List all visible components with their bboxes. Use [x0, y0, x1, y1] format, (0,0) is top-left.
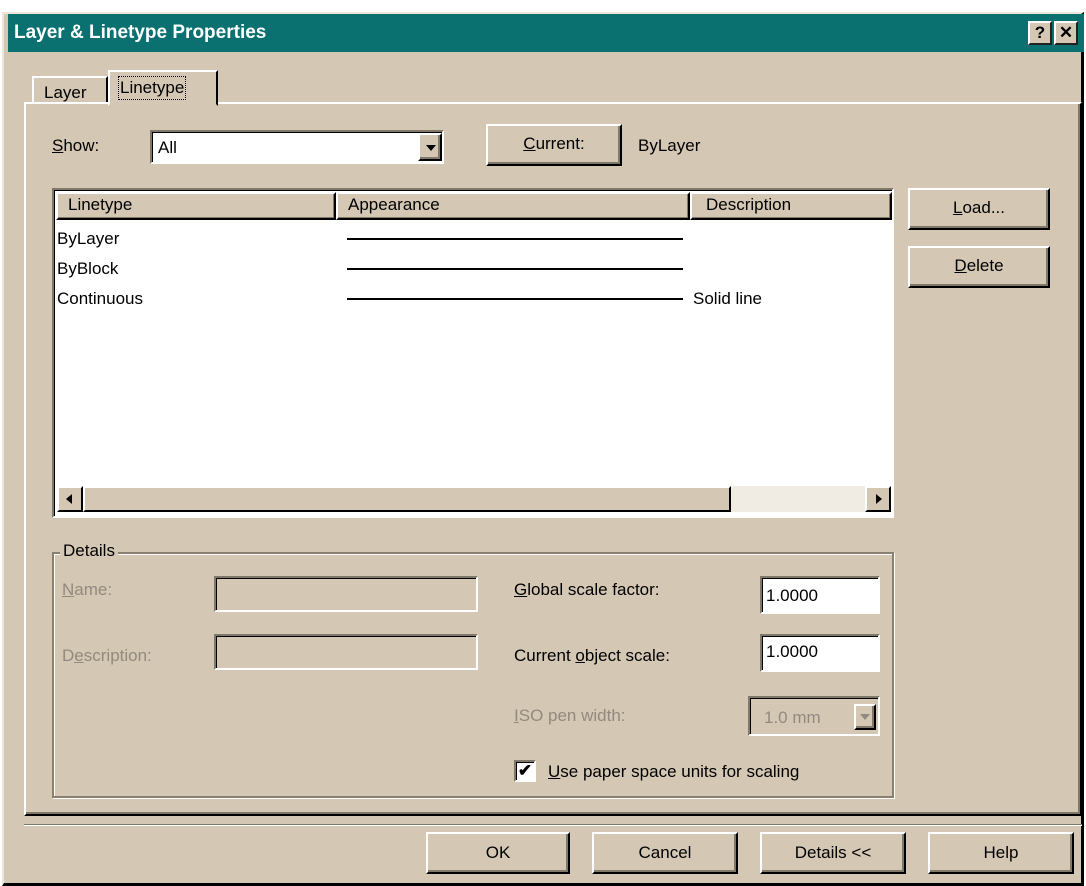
- ok-button[interactable]: OK: [426, 832, 570, 874]
- tab-linetype-label: Linetype: [117, 76, 187, 100]
- iso-pen-width-select[interactable]: 1.0 mm: [748, 696, 880, 736]
- tab-layer-label: Layer: [44, 83, 87, 102]
- paper-space-checkbox[interactable]: ✔: [514, 760, 536, 782]
- iso-pen-width-value: 1.0 mm: [764, 708, 821, 727]
- close-icon-button[interactable]: ✕: [1054, 21, 1078, 45]
- name-field[interactable]: [214, 576, 478, 612]
- list-item[interactable]: ByBlock: [57, 254, 887, 284]
- cancel-button[interactable]: Cancel: [592, 832, 738, 874]
- current-linetype-value: ByLayer: [638, 136, 701, 155]
- linetype-appearance: [347, 268, 683, 270]
- list-item[interactable]: ByLayer: [57, 224, 887, 254]
- title-bar: Layer & Linetype Properties ? ✕: [8, 14, 1084, 52]
- paper-space-label: Use paper space units for scaling: [548, 762, 800, 781]
- chevron-down-icon[interactable]: [854, 704, 876, 730]
- iso-pen-width-label: ISO pen width:: [514, 706, 626, 725]
- column-header-appearance[interactable]: Appearance: [336, 192, 690, 220]
- column-header-linetype[interactable]: Linetype: [56, 192, 336, 220]
- show-label: Show:: [52, 136, 100, 155]
- footer-separator: [24, 824, 1082, 826]
- description-label: Description:: [62, 646, 152, 665]
- name-label: Name:: [62, 580, 113, 599]
- global-scale-label: Global scale factor:: [514, 580, 660, 599]
- chevron-down-icon[interactable]: [418, 133, 442, 161]
- global-scale-input[interactable]: 1.0000: [760, 576, 880, 614]
- scroll-right-icon[interactable]: [865, 486, 891, 512]
- show-select[interactable]: All: [150, 130, 444, 164]
- linetype-name: ByLayer: [57, 229, 120, 248]
- column-header-description[interactable]: Description: [690, 192, 892, 220]
- help-icon-button[interactable]: ?: [1028, 21, 1052, 45]
- delete-button[interactable]: Delete: [908, 246, 1050, 288]
- object-scale-input[interactable]: 1.0000: [760, 634, 880, 672]
- current-button[interactable]: Current:: [486, 124, 622, 166]
- horizontal-scrollbar[interactable]: [57, 486, 891, 512]
- list-item[interactable]: Continuous Solid line: [57, 284, 887, 314]
- scrollbar-thumb[interactable]: [83, 486, 731, 512]
- linetype-appearance: [347, 238, 683, 240]
- linetype-list[interactable]: Linetype Appearance Description ByLayer …: [52, 188, 894, 518]
- show-select-value: All: [158, 138, 177, 157]
- object-scale-label: Current object scale:: [514, 646, 670, 665]
- linetype-description: Solid line: [693, 289, 762, 308]
- window-title: Layer & Linetype Properties: [14, 22, 267, 43]
- linetype-appearance: [347, 298, 683, 300]
- load-button[interactable]: Load...: [908, 188, 1050, 230]
- linetype-name: ByBlock: [57, 259, 119, 278]
- tab-layer[interactable]: Layer: [32, 76, 108, 104]
- scroll-left-icon[interactable]: [57, 486, 83, 512]
- help-button[interactable]: Help: [928, 832, 1074, 874]
- details-button[interactable]: Details <<: [760, 832, 906, 874]
- tab-linetype[interactable]: Linetype: [108, 70, 218, 106]
- description-field[interactable]: [214, 634, 478, 670]
- details-group-title: Details: [60, 541, 118, 561]
- linetype-name: Continuous: [57, 289, 144, 308]
